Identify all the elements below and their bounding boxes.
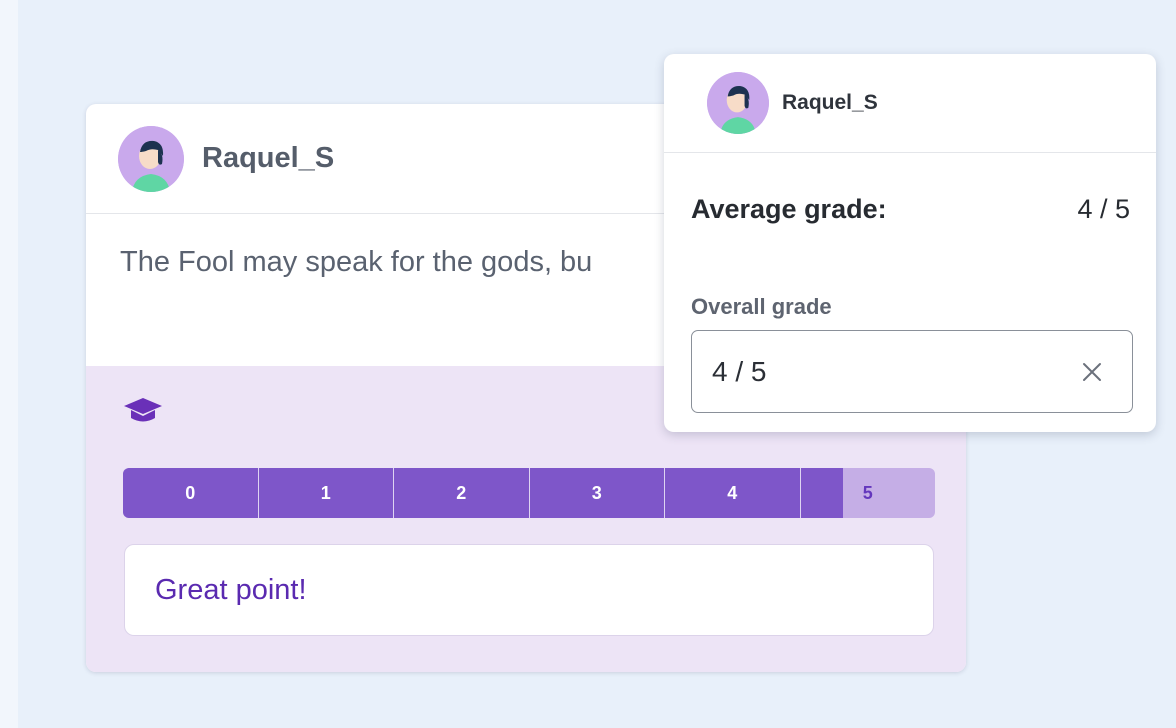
overall-grade-value: 4 / 5	[712, 355, 767, 387]
post-username: Raquel_S	[202, 142, 335, 174]
graduation-cap-icon	[124, 398, 162, 422]
grade-option-0[interactable]: 0	[123, 468, 258, 518]
page-background: Raquel_S The Fool may speak for the gods…	[18, 0, 1176, 728]
grade-option-5[interactable]: 5	[799, 468, 936, 518]
close-icon[interactable]	[1080, 360, 1104, 384]
average-grade-label: Average grade:	[691, 194, 887, 224]
overall-grade-select[interactable]: 4 / 5	[691, 330, 1133, 413]
overall-grade-label: Overall grade	[691, 294, 832, 319]
user-avatar-icon[interactable]	[707, 72, 769, 134]
user-avatar-icon[interactable]	[118, 125, 184, 192]
grade-option-4[interactable]: 4	[664, 468, 800, 518]
grade-popup: Raquel_S Average grade: 4 / 5 Overall gr…	[664, 54, 1156, 432]
grade-scale[interactable]: 0 1 2 3 4 5	[123, 468, 935, 518]
feedback-field[interactable]: Great point!	[124, 544, 934, 636]
popup-username: Raquel_S	[782, 91, 878, 114]
grade-option-2[interactable]: 2	[393, 468, 529, 518]
grade-option-3[interactable]: 3	[528, 468, 665, 518]
average-grade-value: 4 / 5	[1077, 194, 1130, 224]
popup-header: Raquel_S	[664, 54, 1156, 153]
average-grade-row: Average grade: 4 / 5	[691, 194, 1130, 225]
grade-option-1[interactable]: 1	[257, 468, 394, 518]
